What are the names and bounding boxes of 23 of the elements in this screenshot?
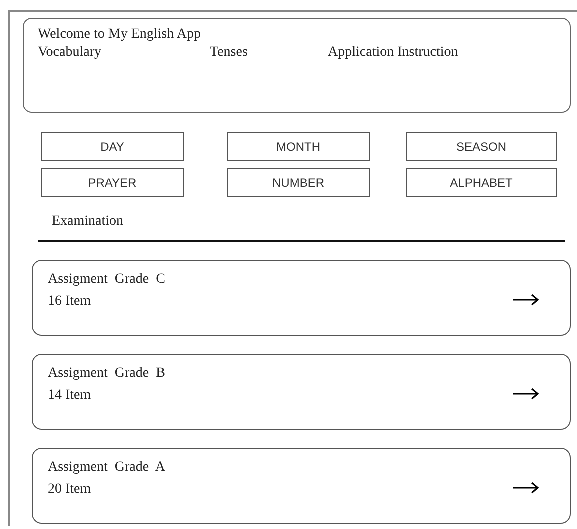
item-count: 20 Item xyxy=(48,481,92,499)
arrow-right-icon[interactable] xyxy=(512,294,540,306)
assignment-title: Assigment Grade C xyxy=(48,271,166,289)
category-button[interactable]: MONTH xyxy=(227,132,370,161)
assignment-card[interactable]: Assigment Grade B 14 Item xyxy=(32,354,571,430)
assignment-card[interactable]: Assigment Grade A 20 Item xyxy=(32,448,571,524)
category-button[interactable]: SEASON xyxy=(406,132,557,161)
app-title: Welcome to My English App xyxy=(38,26,202,44)
category-button[interactable]: PRAYER xyxy=(41,168,184,197)
arrow-right-icon[interactable] xyxy=(512,482,540,494)
arrow-right-icon[interactable] xyxy=(512,388,540,400)
item-count: 16 Item xyxy=(48,293,92,311)
category-button[interactable]: NUMBER xyxy=(227,168,370,197)
section-title: Examination xyxy=(52,214,125,230)
menu-link[interactable]: Tenses xyxy=(210,44,290,62)
item-count: 14 Item xyxy=(48,387,92,405)
assignment-card[interactable]: Assigment Grade C 16 Item xyxy=(32,260,571,336)
assignment-title: Assigment Grade B xyxy=(48,365,166,383)
menu-link[interactable]: Application Instruction xyxy=(328,44,458,62)
category-button[interactable]: DAY xyxy=(41,132,184,161)
assignment-title: Assigment Grade A xyxy=(48,459,166,477)
menu-link[interactable]: Vocabulary xyxy=(38,44,210,62)
category-button[interactable]: ALPHABET xyxy=(406,168,557,197)
